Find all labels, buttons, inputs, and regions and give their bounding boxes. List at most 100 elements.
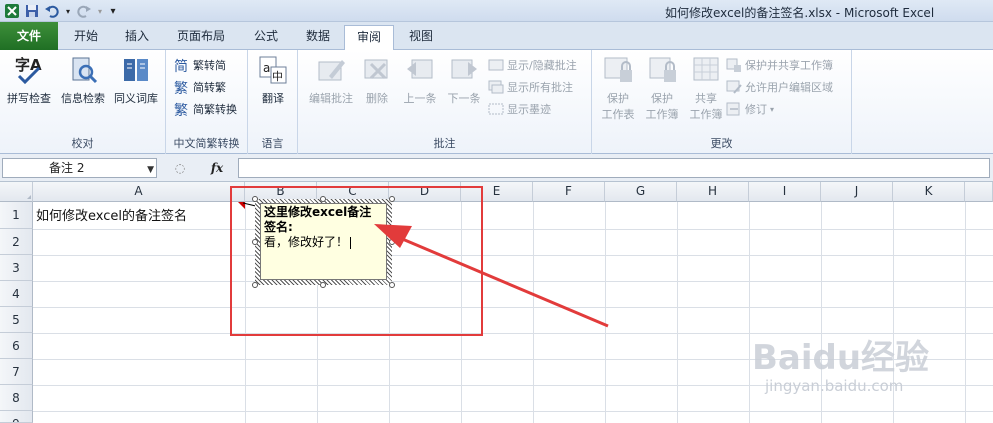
- translate-icon: a中: [257, 54, 289, 86]
- row-header-1[interactable]: 1: [0, 202, 33, 229]
- tab-formulas[interactable]: 公式: [248, 25, 284, 50]
- row-header-3[interactable]: 3: [0, 255, 33, 281]
- redo-icon[interactable]: [76, 3, 92, 19]
- tab-page-layout[interactable]: 页面布局: [172, 25, 230, 50]
- formula-buttons: ◌ fx: [162, 158, 236, 178]
- chinese-convert-button[interactable]: 繁 简繁转换: [174, 99, 237, 119]
- tab-file[interactable]: 文件: [0, 22, 58, 50]
- delete-comment-label: 删除: [366, 92, 388, 105]
- group-chinese-conversion: 简 繁转简 繁 简转繁 繁 简繁转换 中文简繁转换: [166, 50, 248, 154]
- name-box-value: 备注 2: [49, 161, 85, 175]
- show-hide-comment-button[interactable]: 显示/隐藏批注: [488, 55, 577, 75]
- protect-workbook-icon: [646, 54, 678, 86]
- delete-comment-icon: [361, 54, 393, 86]
- translate-button[interactable]: a中 翻译: [254, 54, 292, 106]
- row-header-9[interactable]: 9: [0, 411, 33, 423]
- spelling-icon: 字A: [13, 54, 45, 86]
- thesaurus-label: 同义词库: [114, 92, 158, 105]
- ribbon-review: 字A 拼写检查 信息检索 同义词库 校对 简 繁转简 繁 简转繁 繁 简繁转换 …: [0, 50, 993, 154]
- gridline: [677, 202, 678, 423]
- show-all-comments-button[interactable]: 显示所有批注: [488, 77, 573, 97]
- share-workbook-label-1: 共享: [695, 92, 717, 105]
- research-icon: [67, 54, 99, 86]
- to-simplified-button[interactable]: 简 繁转简: [174, 55, 226, 75]
- column-header-j[interactable]: J: [821, 182, 893, 202]
- research-button[interactable]: 信息检索: [58, 54, 108, 106]
- undo-dropdown-icon[interactable]: ▾: [64, 3, 72, 19]
- show-hide-comment-label: 显示/隐藏批注: [507, 59, 577, 72]
- window-title: 如何修改excel的备注签名.xlsx - Microsoft Excel: [665, 6, 935, 20]
- show-all-comments-icon: [488, 79, 504, 95]
- next-comment-button[interactable]: 下一条: [442, 54, 486, 106]
- select-all-button[interactable]: [0, 182, 33, 202]
- undo-icon[interactable]: [44, 3, 60, 19]
- research-label: 信息检索: [61, 92, 105, 105]
- baidu-watermark-url: jingyan.baidu.com: [765, 377, 904, 395]
- save-icon[interactable]: [24, 3, 40, 19]
- protect-sheet-icon: [602, 54, 634, 86]
- customize-qat-icon[interactable]: ▾: [108, 3, 118, 19]
- column-header-f[interactable]: F: [533, 182, 605, 202]
- column-header-g[interactable]: G: [605, 182, 677, 202]
- column-header-h[interactable]: H: [677, 182, 749, 202]
- svg-text:繁: 繁: [174, 81, 188, 95]
- svg-text:字A: 字A: [15, 56, 42, 74]
- protect-workbook-button[interactable]: 保护 工作簿: [640, 54, 684, 122]
- tab-home[interactable]: 开始: [68, 25, 104, 50]
- track-changes-button[interactable]: 修订 ▾: [726, 99, 774, 119]
- svg-text:中: 中: [272, 70, 283, 83]
- column-header-a[interactable]: A: [33, 182, 245, 202]
- edit-comment-icon: [315, 54, 347, 86]
- name-box[interactable]: 备注 2 ▼: [2, 158, 157, 178]
- excel-logo-icon: [4, 3, 20, 19]
- quick-access-toolbar: ▾ ▾ ▾: [4, 2, 118, 20]
- tab-view[interactable]: 视图: [403, 25, 439, 50]
- protect-share-label: 保护并共享工作簿: [745, 59, 833, 72]
- column-header-k[interactable]: K: [893, 182, 965, 202]
- group-proofing: 字A 拼写检查 信息检索 同义词库 校对: [0, 50, 166, 154]
- group-label-changes: 更改: [710, 137, 733, 150]
- row-header-4[interactable]: 4: [0, 281, 33, 307]
- thesaurus-button[interactable]: 同义词库: [110, 54, 162, 106]
- cell-a1[interactable]: 如何修改excel的备注签名: [36, 205, 187, 224]
- group-label-proofing: 校对: [71, 137, 94, 150]
- ribbon-tabs: 文件 开始 插入 页面布局 公式 数据 审阅 视图: [0, 22, 993, 51]
- previous-comment-button[interactable]: 上一条: [398, 54, 442, 106]
- protect-sheet-label-1: 保护: [607, 92, 629, 105]
- to-traditional-button[interactable]: 繁 简转繁: [174, 77, 226, 97]
- delete-comment-button[interactable]: 删除: [360, 54, 394, 106]
- to-traditional-label: 简转繁: [193, 81, 226, 94]
- protect-share-workbook-button[interactable]: 保护并共享工作簿: [726, 55, 833, 75]
- tab-review[interactable]: 审阅: [344, 25, 394, 51]
- column-header-i[interactable]: I: [749, 182, 821, 202]
- show-ink-button[interactable]: 显示墨迹: [488, 99, 551, 119]
- thesaurus-icon: [120, 54, 152, 86]
- spelling-button[interactable]: 字A 拼写检查: [4, 54, 54, 106]
- group-label-chinese: 中文简繁转换: [173, 137, 240, 150]
- previous-comment-label: 上一条: [403, 92, 437, 105]
- row-header-7[interactable]: 7: [0, 359, 33, 385]
- share-workbook-button[interactable]: 共享 工作簿: [684, 54, 728, 122]
- group-comments: 编辑批注 删除 上一条 下一条 显示/隐藏批注 显示所有批注 显示墨迹 批注: [298, 50, 592, 154]
- traditional-char-icon: 繁: [174, 79, 190, 97]
- previous-comment-icon: [404, 54, 436, 86]
- row-header-2[interactable]: 2: [0, 229, 33, 255]
- protect-workbook-label-1: 保护: [651, 92, 673, 105]
- formula-bar-resize-icon[interactable]: ◌: [175, 161, 185, 175]
- tab-data[interactable]: 数据: [300, 25, 336, 50]
- protect-sheet-button[interactable]: 保护 工作表: [596, 54, 640, 122]
- row-header-8[interactable]: 8: [0, 385, 33, 411]
- row-header-5[interactable]: 5: [0, 307, 33, 333]
- annotation-arrow-icon: [374, 224, 609, 328]
- allow-edit-ranges-button[interactable]: 允许用户编辑区域: [726, 77, 833, 97]
- name-box-dropdown-icon[interactable]: ▼: [147, 161, 154, 179]
- tab-insert[interactable]: 插入: [119, 25, 155, 50]
- row-header-6[interactable]: 6: [0, 333, 33, 359]
- formula-bar: 备注 2 ▼ ◌ fx: [0, 154, 993, 182]
- group-language: a中 翻译 语言: [248, 50, 298, 154]
- allow-edit-ranges-icon: [726, 79, 742, 95]
- redo-dropdown-icon[interactable]: ▾: [96, 3, 104, 19]
- formula-input[interactable]: [238, 158, 990, 178]
- insert-function-icon[interactable]: fx: [211, 161, 223, 175]
- edit-comment-button[interactable]: 编辑批注: [306, 54, 356, 106]
